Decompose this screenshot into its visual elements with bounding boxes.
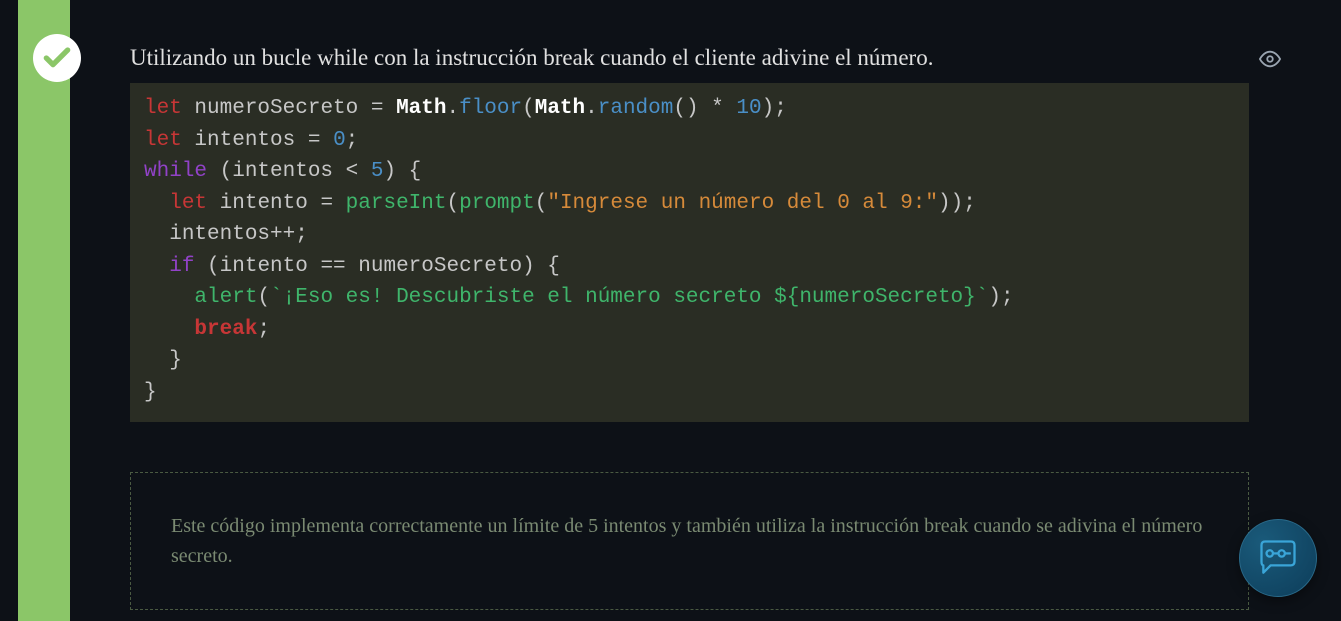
code-block: let numeroSecreto = Math.floor(Math.rand… [130, 83, 1249, 422]
success-bar [18, 0, 70, 621]
code-obj: Math [396, 97, 446, 120]
code-number: 10 [736, 97, 761, 120]
success-check-badge [33, 34, 81, 82]
code-var: numeroSecreto [194, 97, 358, 120]
left-margin [0, 0, 18, 621]
eye-icon [1259, 48, 1281, 70]
code-keyword: if [169, 255, 194, 278]
code-keyword: let [144, 97, 182, 120]
code-method: floor [459, 97, 522, 120]
code-string: "Ingrese un número del 0 al 9:" [547, 192, 938, 215]
code-func: parseInt [346, 192, 447, 215]
code-keyword: while [144, 160, 207, 183]
feedback-message: Este código implementa correctamente un … [130, 472, 1249, 610]
code-keyword: break [194, 318, 257, 341]
code-template: `¡Eso es! Descubriste el número secreto … [270, 286, 988, 309]
main-content: Utilizando un bucle while con la instruc… [70, 0, 1341, 621]
chat-icon [1256, 536, 1300, 580]
visibility-toggle[interactable] [1259, 48, 1281, 75]
check-icon [41, 42, 73, 74]
chat-button[interactable] [1239, 519, 1317, 597]
exercise-title: Utilizando un bucle while con la instruc… [130, 45, 1317, 71]
